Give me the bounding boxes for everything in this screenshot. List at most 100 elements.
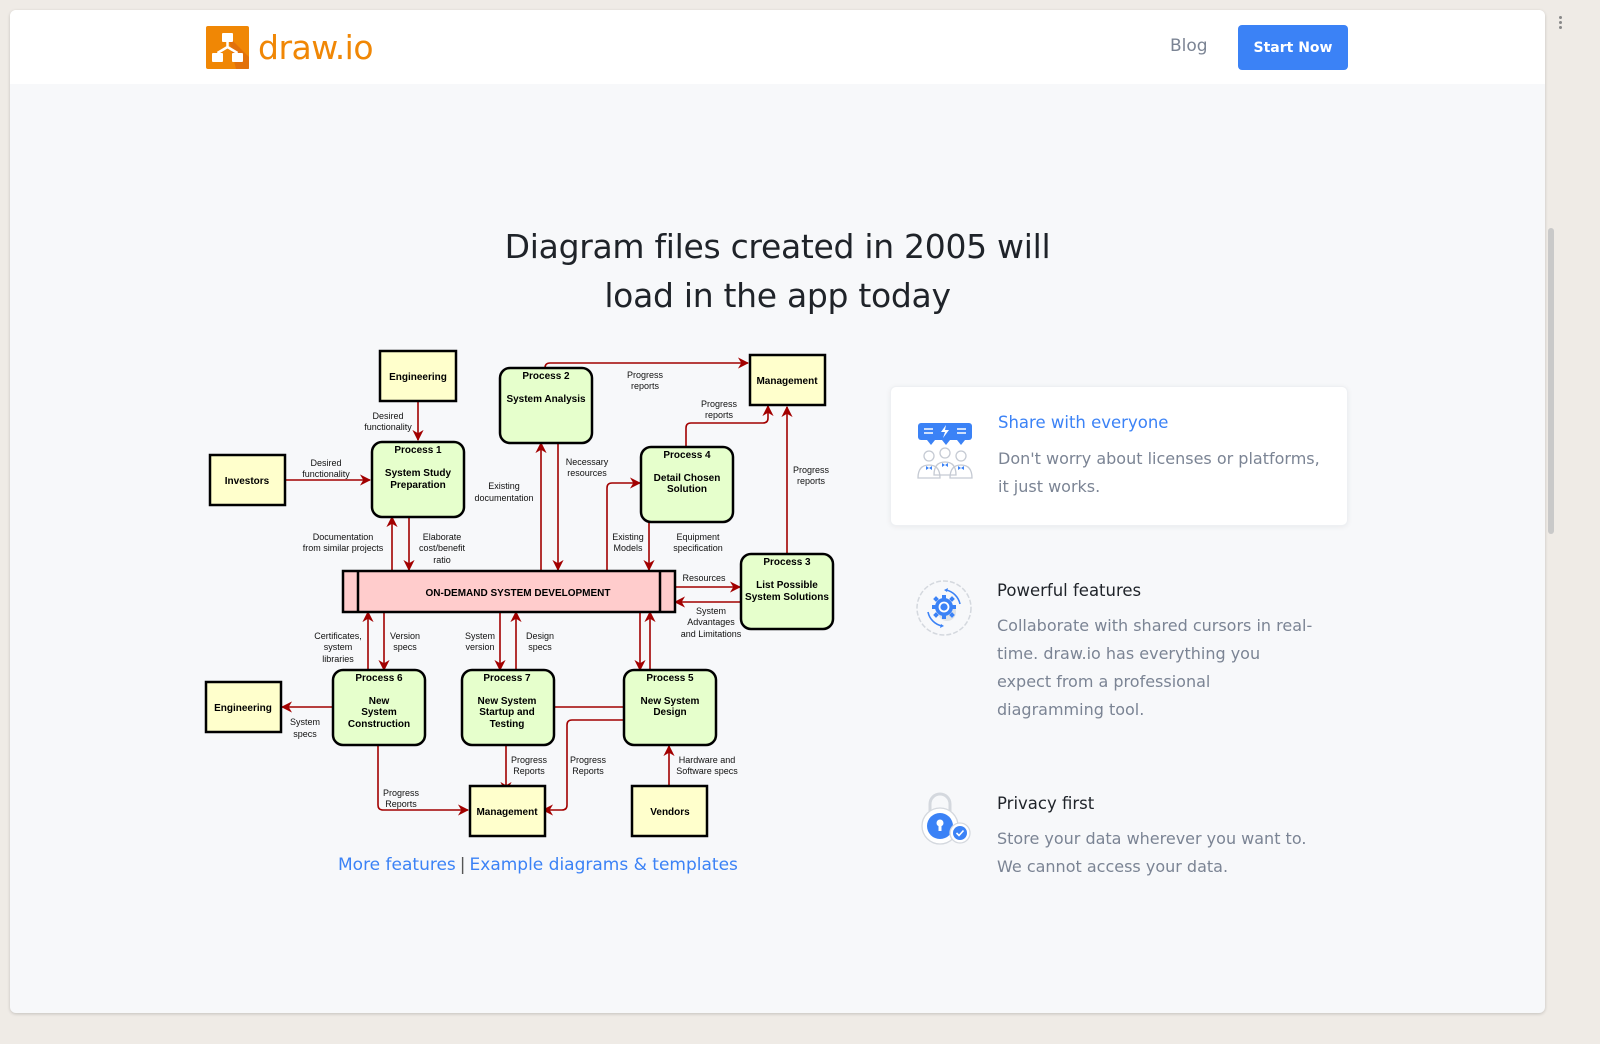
process-name: Construction [348, 719, 410, 730]
flow-label: Elaborate [423, 532, 462, 542]
flow-label: reports [797, 476, 826, 486]
process-name: System Study [385, 468, 452, 479]
process-label: Process 5 [646, 673, 694, 684]
diagram-links: More features | Example diagrams & templat… [338, 855, 738, 875]
flow-label: resources [567, 468, 607, 478]
entity-label: Vendors [650, 807, 690, 818]
process-label: Process 6 [355, 673, 403, 684]
feature-description: Don't worry about licenses or platforms,… [998, 449, 1320, 496]
flow-label: specs [293, 729, 317, 739]
flow-label: Desired [372, 411, 403, 421]
feature-card-share: Share with everyone Don't worry about li… [890, 386, 1348, 526]
feature-description: Store your data wherever you want to. We… [997, 829, 1307, 876]
scrollbar-thumb[interactable] [1548, 228, 1554, 534]
site-header: draw.io Blog Start Now [10, 10, 1545, 84]
process-name: Preparation [390, 480, 446, 491]
flow-label: Progress [511, 755, 548, 765]
flow-label: Desired [310, 458, 341, 468]
process-name: Design [653, 707, 686, 718]
flow-label: Documentation [313, 532, 374, 542]
logo-text: draw.io [258, 28, 374, 67]
process-label: Process 3 [763, 557, 811, 568]
process-name: System Solutions [745, 592, 829, 603]
process-name: New System [641, 696, 700, 707]
process-label: Process 4 [663, 450, 711, 461]
flow-label: from similar projects [303, 543, 384, 553]
feature-title: Privacy first [997, 794, 1095, 813]
process-name: New [369, 696, 390, 707]
process-name: Detail Chosen [654, 473, 721, 484]
process-label: Process 1 [394, 445, 442, 456]
process-name: Solution [667, 484, 707, 495]
flow-label: Reports [572, 766, 604, 776]
process-name: New System [478, 696, 537, 707]
feature-title: Share with everyone [998, 413, 1169, 432]
flow-label: Progress [627, 370, 664, 380]
flow-label: specs [528, 642, 552, 652]
flow-label: ratio [433, 555, 451, 565]
flow-label: Necessary [566, 457, 609, 467]
entity-label: Engineering [389, 372, 447, 383]
flow-label: documentation [474, 493, 533, 503]
flow-label: Hardware and [679, 755, 736, 765]
logo-link[interactable]: draw.io [206, 26, 374, 69]
nav-blog-link[interactable]: Blog [1170, 36, 1208, 56]
entity-label: Management [476, 807, 538, 818]
example-diagram: ON-DEMAND SYSTEM DEVELOPMENT Engineering… [204, 349, 835, 838]
flow-label: specification [673, 543, 723, 553]
flow-label: Software specs [676, 766, 738, 776]
flow-label: Resources [682, 573, 726, 583]
flow-label: and Limitations [681, 629, 742, 639]
drawio-logo-icon [206, 26, 249, 69]
flow-label: Progress [701, 399, 738, 409]
flow-label: System [696, 606, 726, 616]
feature-powerful: Powerful features Collaborate with share… [890, 570, 1348, 720]
flow-label: Equipment [676, 532, 720, 542]
entity-label: Management [756, 376, 818, 387]
flow-label: System [290, 717, 320, 727]
hero-title: Diagram files created in 2005 will load … [10, 222, 1545, 320]
process-label: Process 2 [522, 371, 570, 382]
entity-label: Engineering [214, 703, 272, 714]
example-diagrams-link[interactable]: Example diagrams & templates [470, 855, 738, 875]
flow-label: Existing [488, 481, 520, 491]
process-name: List Possible [756, 580, 818, 591]
flow-label: reports [705, 410, 734, 420]
process-name: System [361, 707, 397, 718]
more-features-link[interactable]: More features [338, 855, 456, 875]
flow-label: cost/benefit [419, 543, 466, 553]
flow-label: Models [613, 543, 643, 553]
link-separator: | [459, 855, 466, 875]
process-name: Testing [490, 719, 525, 730]
flow-label: libraries [322, 654, 354, 664]
browser-window: draw.io Blog Start Now Diagram files cre… [10, 10, 1545, 1013]
flow-label: functionality [364, 422, 412, 432]
feature-description: Collaborate with shared cursors in real-… [997, 616, 1313, 719]
flow-label: Advantages [687, 617, 735, 627]
lock-icon [921, 792, 971, 845]
process-name: Startup and [479, 707, 535, 718]
start-now-button[interactable]: Start Now [1238, 25, 1348, 70]
flow-label: functionality [302, 469, 350, 479]
flow-label: version [465, 642, 494, 652]
flow-label: Reports [513, 766, 545, 776]
flow-label: reports [631, 381, 660, 391]
process-name: System Analysis [506, 394, 586, 405]
flow-label: Progress [570, 755, 607, 765]
flow-label: Reports [385, 799, 417, 809]
more-options-icon[interactable] [1559, 16, 1562, 31]
flow-label: Progress [383, 788, 420, 798]
hero-title-line-1: Diagram files created in 2005 will [504, 227, 1051, 266]
flow-central-p4 [606, 477, 642, 570]
flow-label: system [324, 642, 353, 652]
gear-icon [916, 580, 972, 636]
central-label: ON-DEMAND SYSTEM DEVELOPMENT [425, 588, 610, 599]
feature-title: Powerful features [997, 581, 1142, 600]
flow-label: Existing [612, 532, 644, 542]
flow-label: Version [390, 631, 420, 641]
flow-label: System [465, 631, 495, 641]
process-label: Process 7 [483, 673, 531, 684]
feature-privacy: Privacy first Store your data wherever y… [890, 782, 1348, 882]
flow-label: Progress [793, 465, 830, 475]
share-users-icon [917, 423, 973, 479]
